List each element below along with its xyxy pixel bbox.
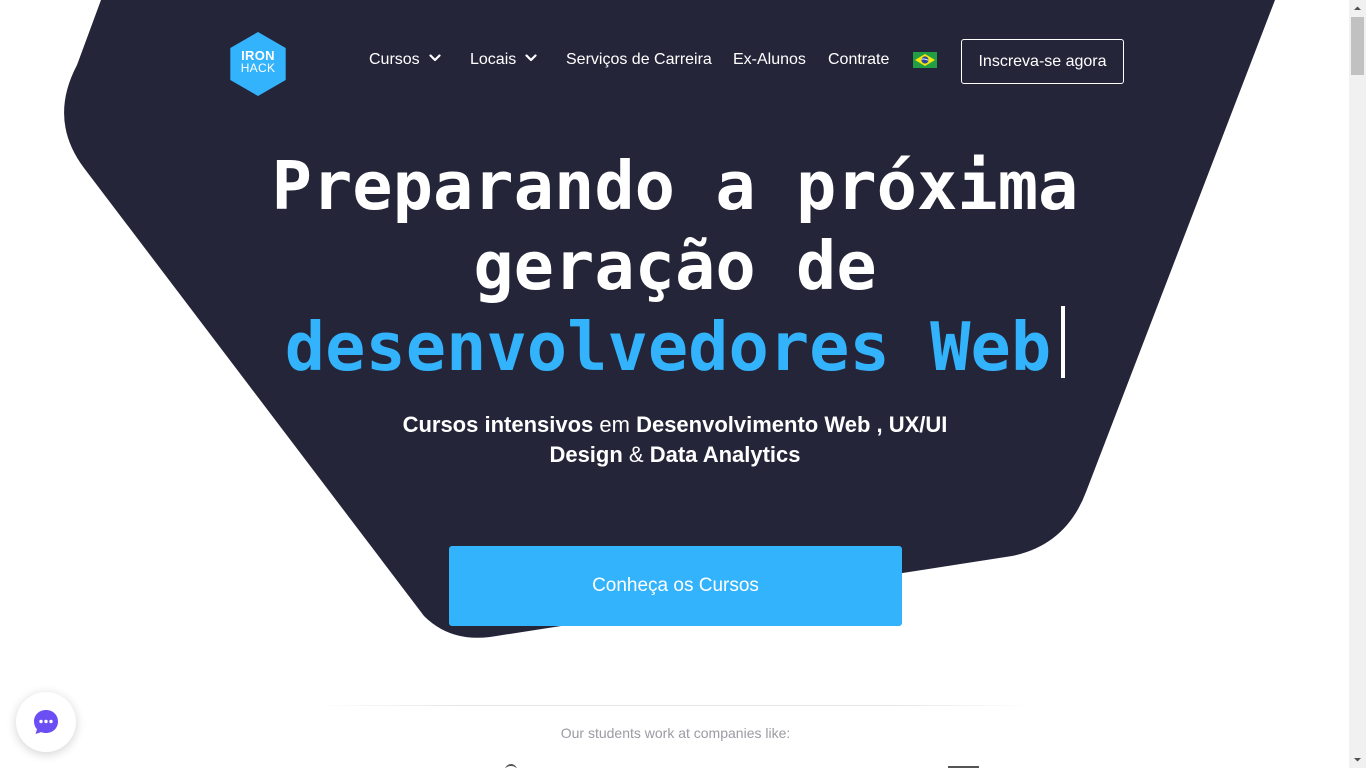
section-divider (315, 705, 1035, 706)
subtitle-bold-1: Cursos intensivos (402, 412, 594, 437)
nav-item-locais[interactable]: Locais (470, 49, 537, 71)
nav-item-label: Serviços de Carreira (566, 51, 712, 68)
nav-item-contrate[interactable]: Contrate (828, 49, 889, 71)
scrollbar-thumb[interactable] (1351, 17, 1364, 75)
headline-line-3: desenvolvedores Web (240, 306, 1110, 387)
page: IRON HACK Cursos Locais Serviços de Carr… (0, 0, 1366, 768)
nav-item-label: Locais (470, 51, 517, 68)
nav-item-label: Cursos (369, 51, 420, 68)
nav-item-cursos[interactable]: Cursos (369, 49, 441, 71)
subtitle-text-2: , (870, 412, 889, 437)
chevron-down-icon (429, 54, 441, 62)
subtitle-text-3: & (622, 442, 650, 467)
nav-item-servicos-de-carreira[interactable]: Serviços de Carreira (566, 49, 712, 71)
logo-text: IRON HACK (228, 49, 288, 75)
hero-subtitle: Cursos intensivos em Desenvolvimento Web… (380, 410, 970, 470)
hero-headline: Preparando a próxima geração de desenvol… (240, 146, 1110, 387)
subtitle-text-1: em (593, 412, 637, 437)
companies-label: Our students work at companies like: (560, 725, 791, 741)
logo-line-2: HACK (240, 61, 276, 75)
chat-bubble-icon (34, 710, 58, 734)
nav-item-label: Contrate (828, 51, 890, 68)
top-navigation: IRON HACK Cursos Locais Serviços de Carr… (0, 0, 1349, 120)
page-scrollbar[interactable] (1349, 0, 1366, 768)
scroll-up-arrow-icon[interactable] (1349, 0, 1366, 17)
brazil-flag-icon[interactable] (913, 52, 937, 68)
ironhack-logo[interactable]: IRON HACK (228, 32, 288, 96)
chat-widget-button[interactable] (16, 692, 76, 752)
nav-item-label: Ex-Alunos (733, 51, 806, 68)
signup-now-button[interactable]: Inscreva-se agora (961, 39, 1124, 84)
chevron-down-icon (525, 54, 537, 62)
typing-cursor (1061, 306, 1066, 378)
scroll-down-arrow-icon[interactable] (1349, 751, 1366, 768)
headline-highlight: desenvolvedores Web (284, 308, 1052, 386)
nav-item-ex-alunos[interactable]: Ex-Alunos (733, 49, 806, 71)
headline-line-2: geração de (473, 227, 877, 305)
explore-courses-button[interactable]: Conheça os Cursos (449, 546, 902, 626)
subtitle-bold-4: Data Analytics (649, 442, 801, 467)
headline-line-1: Preparando a próxima (271, 147, 1079, 225)
subtitle-bold-2: Desenvolvimento Web (636, 412, 871, 437)
